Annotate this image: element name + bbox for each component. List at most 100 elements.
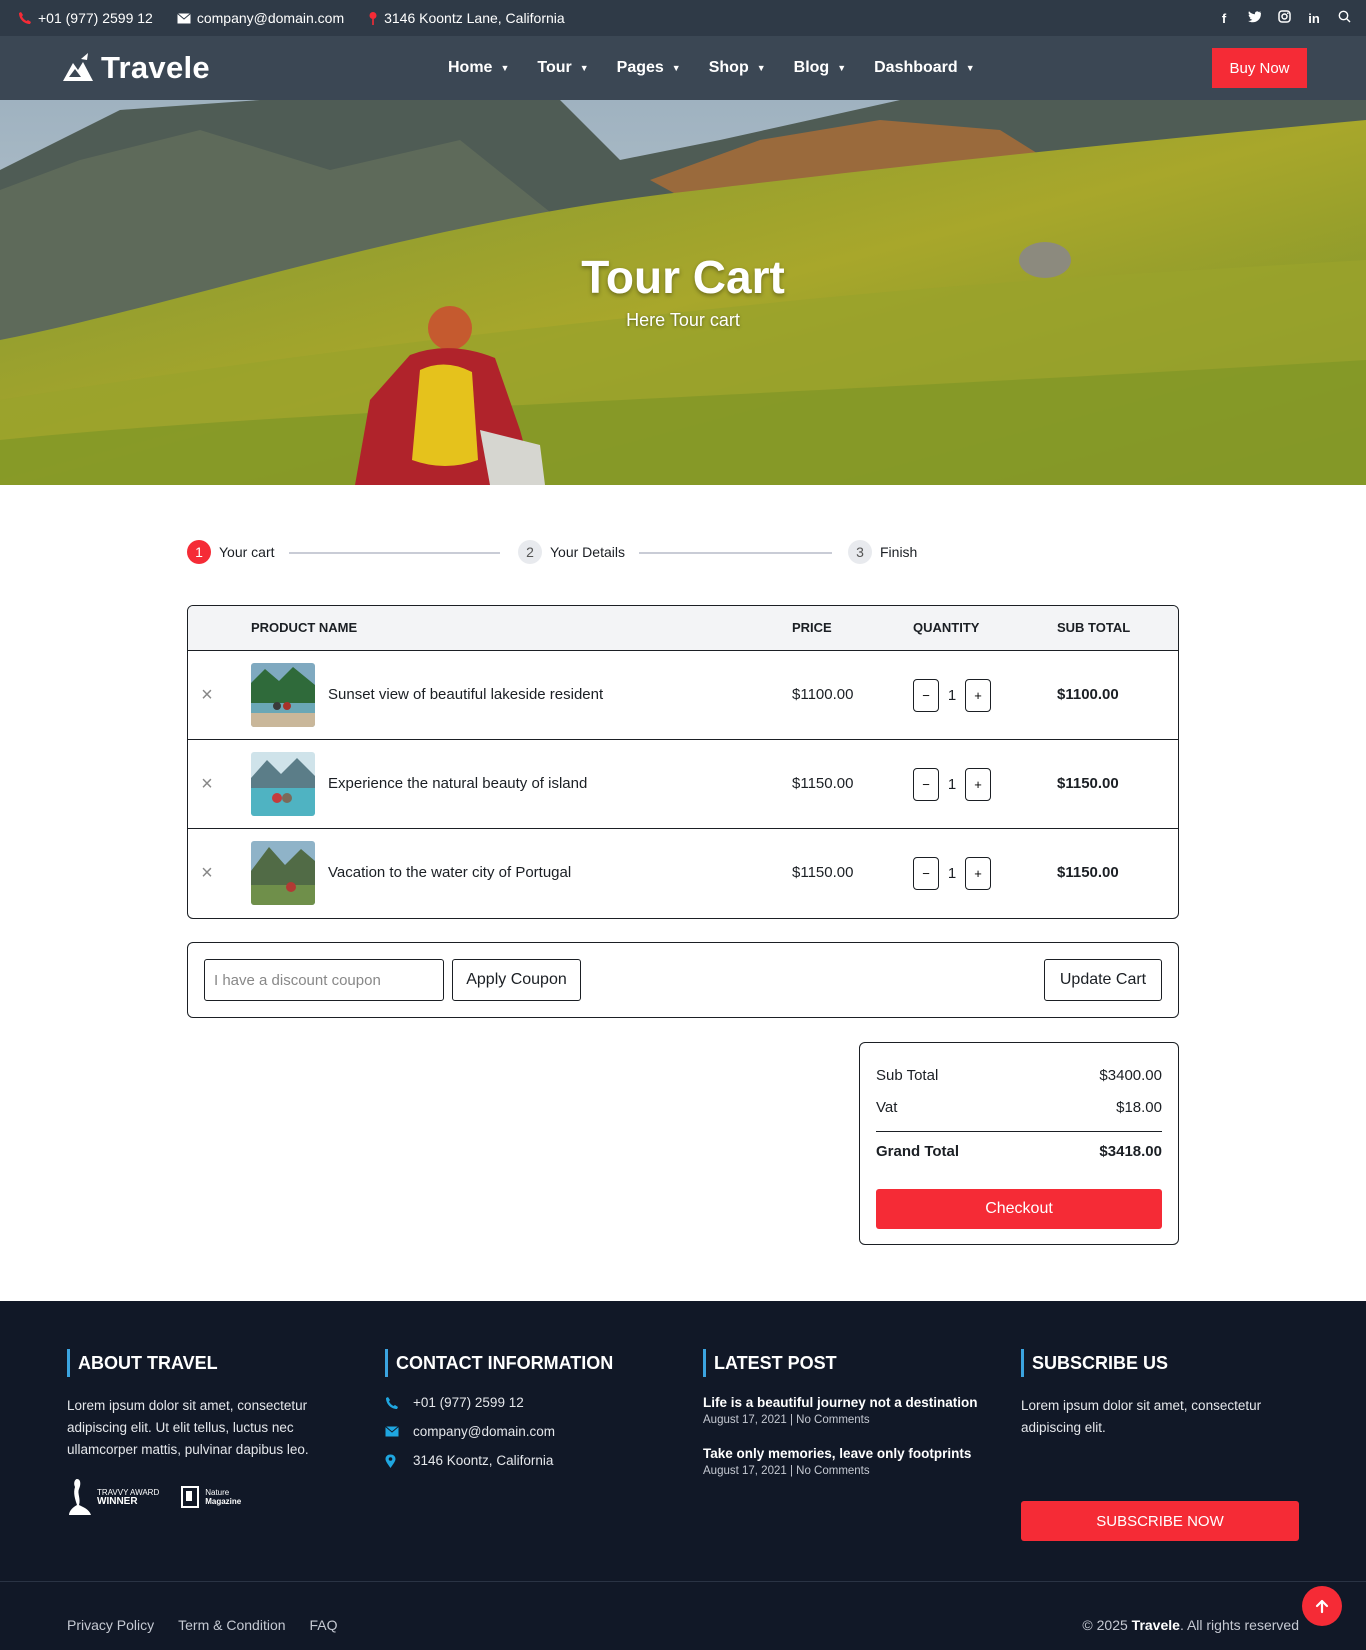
faq-link[interactable]: FAQ xyxy=(310,1617,338,1633)
step-your-details[interactable]: 2 Your Details xyxy=(518,540,625,564)
nav-dashboard[interactable]: Dashboard ▼ xyxy=(874,59,975,77)
footer-latest-title: LATEST POST xyxy=(703,1349,983,1377)
latest-post-item[interactable]: Take only memories, leave only footprint… xyxy=(703,1446,983,1477)
footer-address-text: 3146 Koontz, California xyxy=(413,1453,554,1468)
step-number: 2 xyxy=(518,540,542,564)
twitter-icon[interactable] xyxy=(1246,10,1262,26)
back-to-top-button[interactable] xyxy=(1302,1586,1342,1626)
nature-magazine-logo: Nature Magazine xyxy=(181,1486,241,1508)
increase-quantity-button[interactable]: + xyxy=(965,768,991,801)
footer-about-text: Lorem ipsum dolor sit amet, consectetur … xyxy=(67,1398,309,1457)
step-finish[interactable]: 3 Finish xyxy=(848,540,917,564)
subtotal-value: $3400.00 xyxy=(1099,1067,1162,1084)
post-title[interactable]: Life is a beautiful journey not a destin… xyxy=(703,1395,983,1410)
decrease-quantity-button[interactable]: − xyxy=(913,857,939,890)
nav-dashboard-label: Dashboard xyxy=(874,59,958,76)
nav-tour[interactable]: Tour ▼ xyxy=(537,59,588,77)
copyright-prefix: © 2025 xyxy=(1082,1617,1132,1633)
table-row: × Vacation to the water city of Portugal… xyxy=(188,829,1178,918)
award-1-bottom: WINNER xyxy=(97,1496,138,1507)
row-subtotal: $1150.00 xyxy=(1057,775,1119,792)
header-subtotal: SUB TOTAL xyxy=(1057,620,1131,635)
product-name[interactable]: Experience the natural beauty of island xyxy=(328,775,587,792)
footer-subscribe-text: Lorem ipsum dolor sit amet, consectetur … xyxy=(1021,1398,1262,1435)
decrease-quantity-button[interactable]: − xyxy=(913,768,939,801)
topbar-phone[interactable]: +01 (977) 2599 12 xyxy=(18,10,153,26)
award-2-bottom: Magazine xyxy=(205,1497,242,1506)
search-icon[interactable] xyxy=(1336,10,1352,26)
step-your-cart[interactable]: 1 Your cart xyxy=(187,540,275,564)
grand-total-value: $3418.00 xyxy=(1099,1143,1162,1160)
decrease-quantity-button[interactable]: − xyxy=(913,679,939,712)
envelope-icon xyxy=(177,12,191,23)
checkout-button[interactable]: Checkout xyxy=(876,1189,1162,1229)
increase-quantity-button[interactable]: + xyxy=(965,857,991,890)
subtotal-label: Sub Total xyxy=(876,1067,939,1084)
product-price: $1150.00 xyxy=(792,775,854,792)
copyright-suffix: . All rights reserved xyxy=(1179,1617,1299,1633)
footer-email-text: company@domain.com xyxy=(413,1424,556,1439)
product-thumbnail[interactable] xyxy=(251,752,315,816)
apply-coupon-button[interactable]: Apply Coupon xyxy=(452,959,581,1001)
step-label: Your cart xyxy=(219,544,275,560)
nav-blog[interactable]: Blog ▼ xyxy=(794,59,846,77)
copyright-brand: Travele xyxy=(1131,1617,1180,1633)
nav-pages-label: Pages xyxy=(616,59,664,76)
vat-row: Vat $18.00 xyxy=(876,1099,1162,1116)
product-thumbnail[interactable] xyxy=(251,841,315,905)
latest-post-item[interactable]: Life is a beautiful journey not a destin… xyxy=(703,1395,983,1426)
footer-about-title: ABOUT TRAVEL xyxy=(67,1349,327,1377)
footer-email[interactable]: company@domain.com xyxy=(385,1424,655,1439)
nav-pages[interactable]: Pages ▼ xyxy=(617,59,681,77)
caret-down-icon: ▼ xyxy=(500,63,510,73)
footer-links: Privacy Policy Term & Condition FAQ xyxy=(67,1617,338,1633)
nav-shop[interactable]: Shop ▼ xyxy=(709,59,766,77)
logo-text: Travele xyxy=(101,50,210,85)
phone-icon xyxy=(385,1396,401,1410)
quantity-stepper: − 1 + xyxy=(913,857,991,890)
site-logo[interactable]: Travele xyxy=(61,50,210,86)
post-title[interactable]: Take only memories, leave only footprint… xyxy=(703,1446,983,1461)
totals-divider xyxy=(876,1131,1162,1132)
linkedin-icon[interactable]: in xyxy=(1306,11,1322,26)
table-row: × Sunset view of beautiful lakeside resi… xyxy=(188,651,1178,740)
footer-subscribe: SUBSCRIBE US Lorem ipsum dolor sit amet,… xyxy=(1021,1349,1299,1549)
facebook-icon[interactable]: f xyxy=(1216,11,1232,26)
page-title: Tour Cart xyxy=(581,251,785,303)
page-subtitle: Here Tour cart xyxy=(626,310,740,330)
hero-banner: Tour Cart Here Tour cart xyxy=(0,100,1366,485)
header-product-name: PRODUCT NAME xyxy=(251,620,358,635)
coupon-input[interactable] xyxy=(204,959,444,1001)
remove-item-icon[interactable]: × xyxy=(199,685,215,705)
copyright: © 2025 Travele. All rights reserved xyxy=(1082,1617,1299,1633)
award-logos: TRAVVY AWARD WINNER Nature Magazine xyxy=(67,1477,327,1517)
footer-divider xyxy=(0,1581,1366,1582)
update-cart-button[interactable]: Update Cart xyxy=(1044,959,1162,1001)
nav-home[interactable]: Home ▼ xyxy=(448,59,509,77)
privacy-policy-link[interactable]: Privacy Policy xyxy=(67,1617,154,1633)
instagram-icon[interactable] xyxy=(1276,10,1292,26)
nav-shop-label: Shop xyxy=(708,59,749,76)
remove-item-icon[interactable]: × xyxy=(199,863,215,883)
main-menu: Home ▼ Tour ▼ Pages ▼ Shop ▼ Blog ▼ Dashboard… xyxy=(448,36,975,100)
buy-now-button[interactable]: Buy Now xyxy=(1212,48,1307,88)
header-quantity: QUANTITY xyxy=(913,620,980,635)
step-label: Your Details xyxy=(550,544,625,560)
step-divider xyxy=(639,552,832,554)
increase-quantity-button[interactable]: + xyxy=(965,679,991,712)
product-name[interactable]: Vacation to the water city of Portugal xyxy=(328,864,571,881)
topbar-email[interactable]: company@domain.com xyxy=(177,10,344,26)
nav-home-label: Home xyxy=(448,59,493,76)
product-thumbnail[interactable] xyxy=(251,663,315,727)
terms-link[interactable]: Term & Condition xyxy=(178,1617,285,1633)
footer-phone[interactable]: +01 (977) 2599 12 xyxy=(385,1395,655,1410)
caret-down-icon: ▼ xyxy=(756,63,766,73)
remove-item-icon[interactable]: × xyxy=(199,774,215,794)
footer-latest-posts: LATEST POST Life is a beautiful journey … xyxy=(703,1349,983,1497)
product-name[interactable]: Sunset view of beautiful lakeside reside… xyxy=(328,686,603,703)
topbar-email-text: company@domain.com xyxy=(196,10,345,26)
topbar-address: 3146 Koontz Lane, California xyxy=(368,10,565,26)
caret-down-icon: ▼ xyxy=(579,63,589,73)
subscribe-now-button[interactable]: SUBSCRIBE NOW xyxy=(1021,1501,1299,1541)
cart-table: PRODUCT NAME PRICE QUANTITY SUB TOTAL × … xyxy=(187,605,1179,919)
